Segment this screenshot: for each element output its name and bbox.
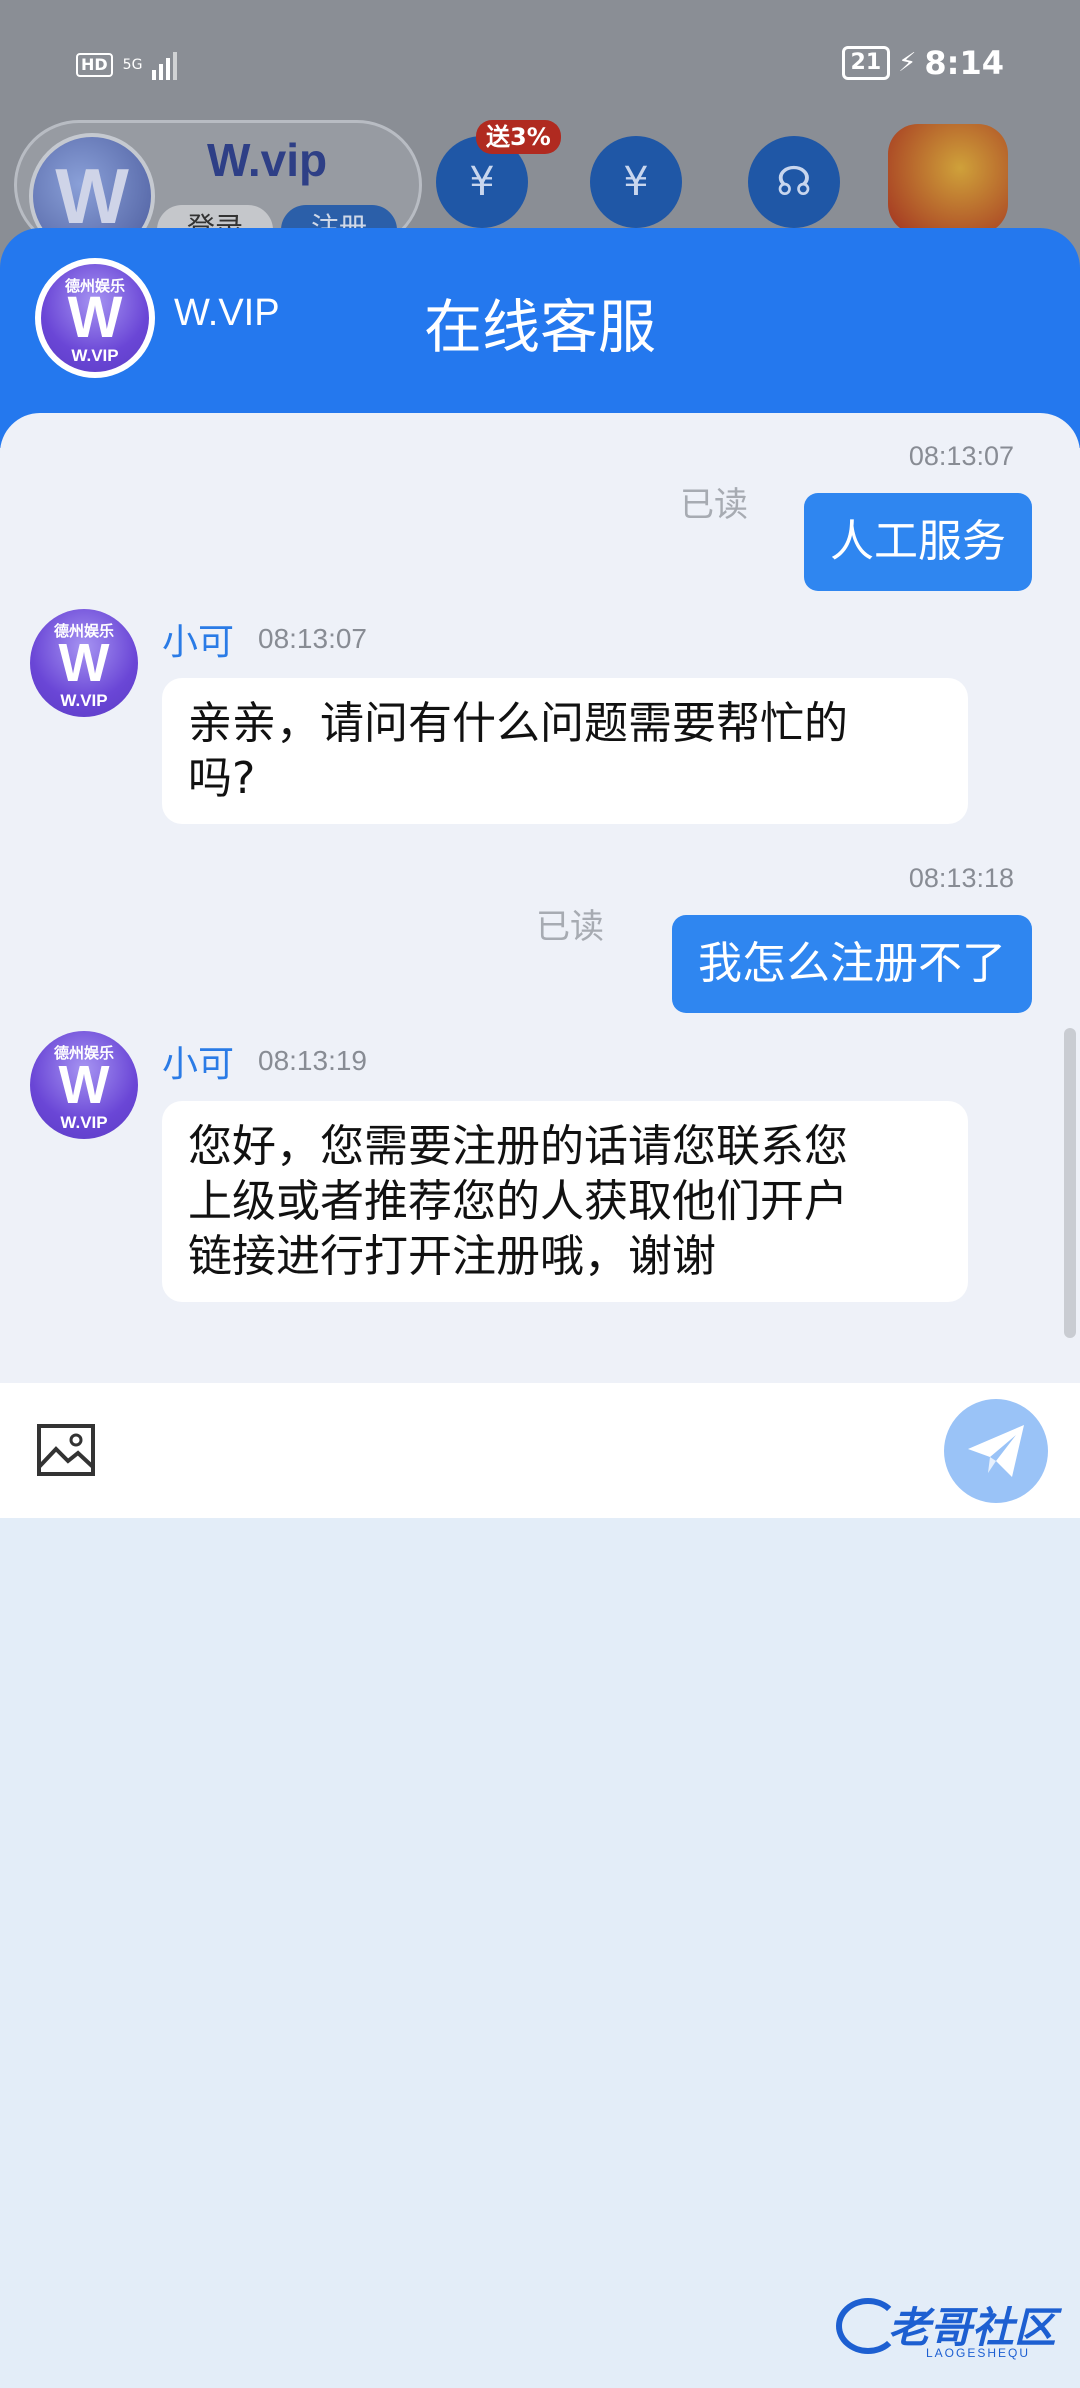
background-toolbar: W W.vip 登录 注册 ¥ 送3% ¥ ☊ (0, 120, 1080, 259)
signal-icon (152, 50, 178, 80)
my-message-bubble[interactable]: 我怎么注册不了 (672, 915, 1032, 1013)
network-type: 5G (122, 57, 143, 73)
message-line: 亲亲，请问有什么问题需要帮忙的 (188, 698, 848, 749)
logo-bottom-text: W.VIP (60, 1112, 108, 1132)
page-title: 在线客服 (423, 293, 656, 361)
message-line: 上级或者推荐您的人获取他们开户 (188, 1176, 848, 1227)
read-status: 已读 (536, 907, 604, 947)
logo-bottom-text: W.VIP (60, 690, 108, 710)
agent-avatar: 德州娱乐 W W.VIP (30, 1031, 138, 1139)
status-bar: HD 5G 21 ⚡ 8:14 (0, 30, 1080, 100)
clock: 8:14 (924, 44, 1004, 82)
agent-message-bubble[interactable]: 亲亲，请问有什么问题需要帮忙的 吗? (162, 678, 968, 824)
hd-indicator: HD (76, 53, 113, 77)
message-line: 链接进行打开注册哦，谢谢 (188, 1231, 716, 1282)
agent-name: 小可 (162, 622, 235, 663)
scrollbar[interactable] (1064, 1028, 1076, 1338)
logo-letter: W (58, 632, 110, 693)
read-status: 已读 (680, 485, 748, 525)
gift-icon (888, 124, 1008, 234)
withdraw-icon: ¥ (590, 136, 682, 228)
input-bar (0, 1383, 1080, 1518)
message-line: 吗? (188, 753, 256, 804)
message-timestamp: 08:13:07 (258, 623, 367, 654)
message-line: 您好，您需要注册的话请您联系您 (188, 1121, 848, 1172)
support-icon: ☊ (748, 136, 840, 228)
promo-badge: 送3% (476, 120, 561, 154)
customer-service-panel: 德州娱乐 W W.VIP W.VIP 在线客服 08:13:07 已读 人工服务… (0, 228, 1080, 1518)
image-icon[interactable] (36, 1423, 96, 1477)
message-timestamp: 08:13:18 (908, 863, 1014, 893)
battery-icon: 21 (841, 46, 891, 80)
message-list[interactable]: 08:13:07 已读 人工服务 德州娱乐 W W.VIP 小可 08:13:0… (0, 413, 1080, 1383)
charging-icon: ⚡ (898, 48, 917, 78)
agent-message-bubble[interactable]: 您好，您需要注册的话请您联系您 上级或者推荐您的人获取他们开户 链接进行打开注册… (162, 1101, 968, 1302)
message-timestamp: 08:13:07 (908, 441, 1014, 471)
send-icon (968, 1425, 1024, 1477)
send-button[interactable] (944, 1399, 1048, 1503)
watermark-logo: 老哥社区 LAOGESHEQU (836, 2290, 1060, 2364)
message-timestamp: 08:13:19 (258, 1045, 367, 1076)
agent-name: 小可 (162, 1044, 235, 1085)
watermark-subtext: LAOGESHEQU (926, 2346, 1031, 2360)
agent-avatar: 德州娱乐 W W.VIP (30, 609, 138, 717)
background-brand: W.vip (207, 134, 328, 186)
logo-letter: W (58, 1054, 110, 1115)
my-message-bubble[interactable]: 人工服务 (804, 493, 1032, 591)
